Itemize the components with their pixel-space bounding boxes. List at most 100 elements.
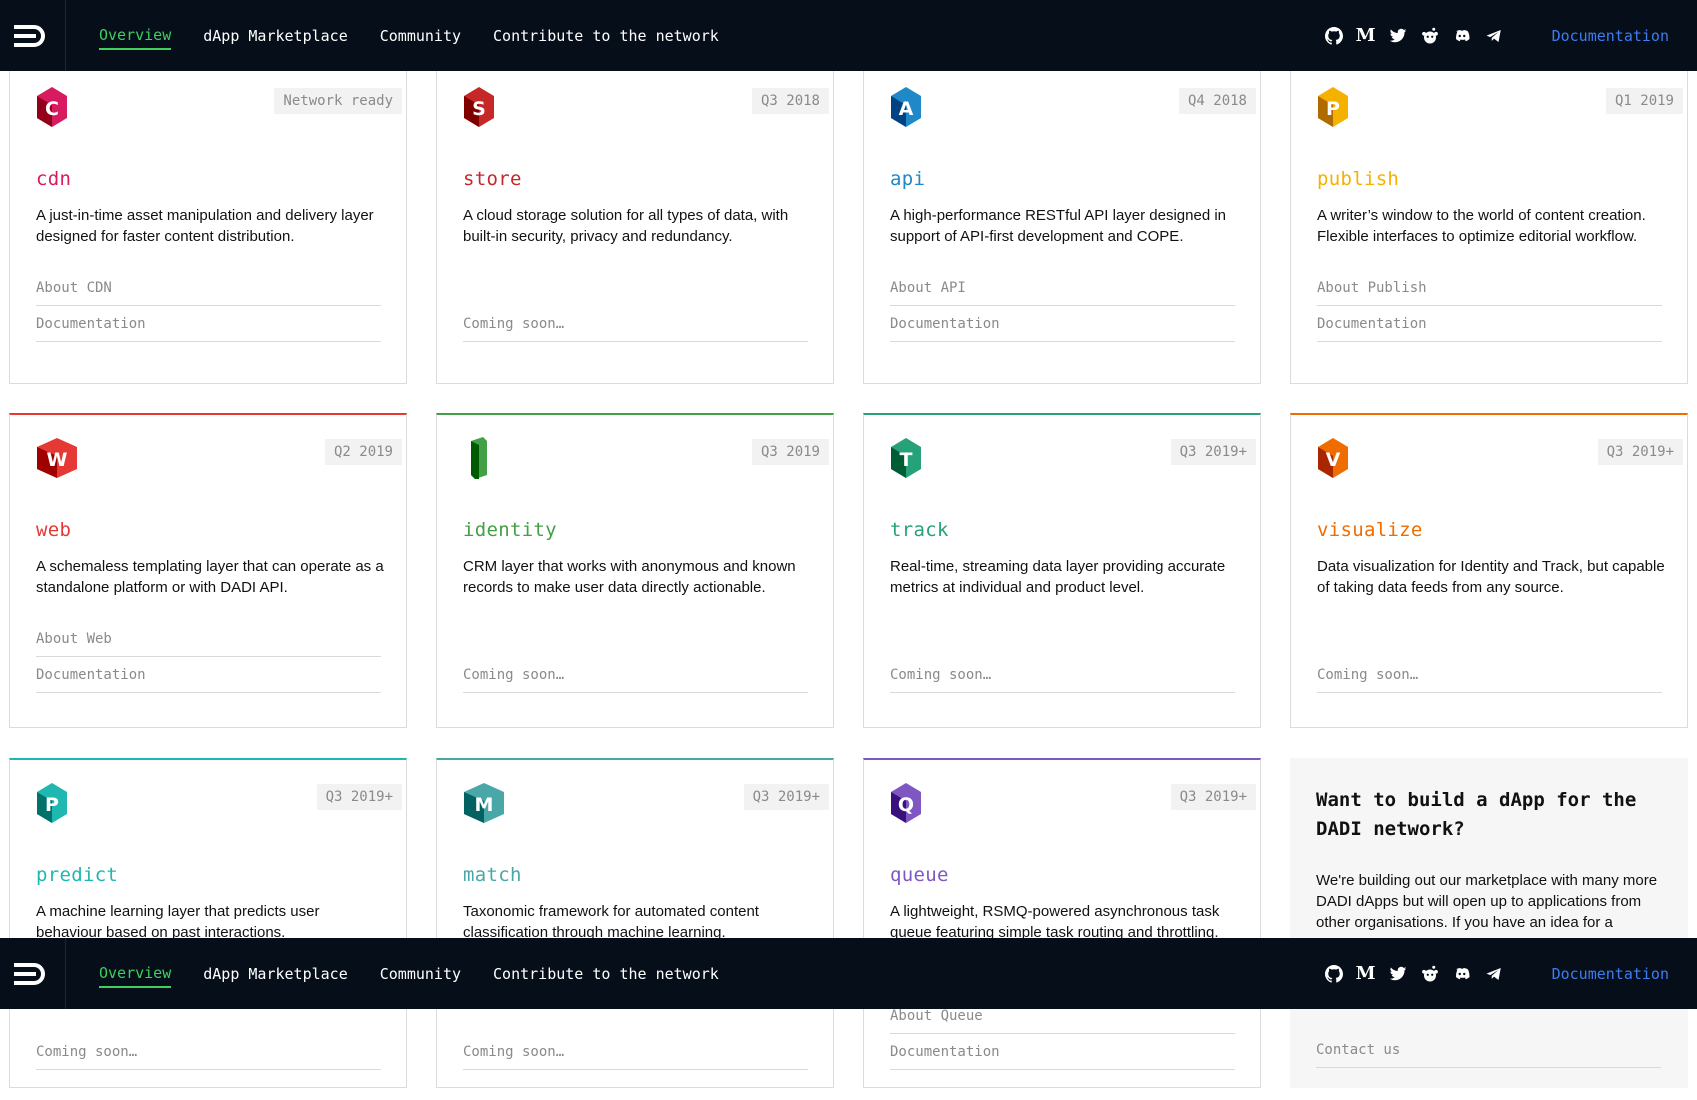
dapp-description: Taxonomic framework for automated conten… [463,903,759,941]
build-dapp-cta: Want to build a dApp for the DADI networ… [1290,758,1688,1088]
nav-overview[interactable]: Overview [99,22,172,50]
nav-overview[interactable]: Overview [99,960,172,988]
social-links: M [1318,958,1510,990]
reddit-icon[interactable] [1414,20,1446,52]
twitter-icon[interactable] [1382,20,1414,52]
dapp-card-track: T Q3 2019+ track Real-time, streaming da… [863,413,1261,728]
cta-title: Want to build a dApp for the DADI networ… [1316,789,1637,840]
match-logo-icon: M [464,783,504,823]
dapp-title[interactable]: visualize [1317,519,1423,541]
dapp-title[interactable]: identity [463,519,557,541]
github-icon[interactable] [1318,958,1350,990]
documentation-link[interactable]: Documentation [1317,306,1662,342]
dapp-title[interactable]: web [36,519,71,541]
main-nav: Overview dApp Marketplace Community Cont… [99,0,751,71]
dadi-logo-icon[interactable] [0,0,66,71]
about-link[interactable]: About API [890,270,1235,306]
status-badge: Q3 2019+ [1170,784,1256,810]
svg-text:P: P [45,794,59,816]
contact-us-link[interactable]: Contact us [1316,1032,1661,1068]
dapp-description: A cloud storage solution for all types o… [463,207,789,245]
discord-icon[interactable] [1446,958,1478,990]
status-badge: Q3 2018 [751,88,829,114]
documentation-link[interactable]: Documentation [890,1034,1235,1070]
dapp-title[interactable]: store [463,168,522,190]
dapp-description: CRM layer that works with anonymous and … [463,558,796,596]
dapp-card-publish: P Q1 2019 publish A writer’s window to t… [1290,62,1688,384]
medium-icon[interactable]: M [1350,958,1382,990]
web-logo-icon: W [37,438,77,478]
store-logo-icon: S [464,87,494,127]
nav-dapp-marketplace[interactable]: dApp Marketplace [203,23,348,49]
dapp-card-web: W Q2 2019 web A schemaless templating la… [9,413,407,728]
status-badge: Q3 2019 [751,439,829,465]
dapp-description: A just-in-time asset manipulation and de… [36,207,374,245]
coming-soon-link: Coming soon… [890,657,1235,693]
status-badge: Q3 2019+ [1170,439,1256,465]
telegram-icon[interactable] [1478,20,1510,52]
dapp-card-visualize: V Q3 2019+ visualize Data visualization … [1290,413,1688,728]
social-links: M [1318,20,1510,52]
dapp-card-queue: Q Q3 2019+ queue A lightweight, RSMQ-pow… [863,758,1261,1088]
dapp-card-identity: Q3 2019 identity CRM layer that works wi… [436,413,834,728]
queue-logo-icon: Q [891,783,921,823]
svg-text:P: P [1326,98,1340,120]
dapp-description: A schemaless templating layer that can o… [36,558,384,596]
nav-community[interactable]: Community [380,23,461,49]
reddit-icon[interactable] [1414,958,1446,990]
coming-soon-link: Coming soon… [1317,657,1662,693]
documentation-link[interactable]: Documentation [1552,965,1669,983]
dapp-title[interactable]: track [890,519,949,541]
api-logo-icon: A [891,87,921,127]
status-badge: Q2 2019 [324,439,402,465]
status-badge: Q3 2019+ [743,784,829,810]
nav-contribute[interactable]: Contribute to the network [493,961,719,987]
dapp-title[interactable]: predict [36,864,118,886]
dapp-card-api: A Q4 2018 api A high-performance RESTful… [863,62,1261,384]
status-badge: Network ready [274,88,402,114]
svg-text:M: M [475,794,494,816]
svg-text:Q: Q [898,794,914,816]
documentation-link[interactable]: Documentation [36,657,381,693]
coming-soon-link: Coming soon… [463,657,808,693]
dapp-title[interactable]: api [890,168,925,190]
top-navbar: Overview dApp Marketplace Community Cont… [0,0,1697,71]
dapp-card-predict: P Q3 2019+ predict A machine learning la… [9,758,407,1088]
dadi-logo-icon[interactable] [0,938,66,1009]
documentation-link[interactable]: Documentation [890,306,1235,342]
coming-soon-link: Coming soon… [463,306,808,342]
track-logo-icon: T [891,438,921,478]
about-link[interactable]: About Web [36,621,381,657]
nav-dapp-marketplace[interactable]: dApp Marketplace [203,961,348,987]
status-badge: Q3 2019+ [1597,439,1683,465]
github-icon[interactable] [1318,20,1350,52]
medium-icon[interactable]: M [1350,20,1382,52]
dapp-title[interactable]: publish [1317,168,1399,190]
identity-logo-icon [471,437,487,479]
dapp-description: A lightweight, RSMQ-powered asynchronous… [890,903,1220,941]
dapp-description: Real-time, streaming data layer providin… [890,558,1226,596]
predict-logo-icon: P [37,783,67,823]
documentation-link[interactable]: Documentation [1552,27,1669,45]
status-badge: Q4 2018 [1178,88,1256,114]
about-link[interactable]: About CDN [36,270,381,306]
dapp-title[interactable]: match [463,864,522,886]
dapp-card-store: S Q3 2018 store A cloud storage solution… [436,62,834,384]
svg-text:T: T [900,449,913,471]
dapp-description: A high-performance RESTful API layer des… [890,207,1227,245]
dapp-title[interactable]: queue [890,864,949,886]
dapp-title[interactable]: cdn [36,168,71,190]
about-link[interactable]: About Publish [1317,270,1662,306]
dapp-card-match: M Q3 2019+ match Taxonomic framework for… [436,758,834,1088]
documentation-link[interactable]: Documentation [36,306,381,342]
medium-glyph: M [1355,25,1376,46]
svg-text:W: W [47,449,68,471]
nav-community[interactable]: Community [380,961,461,987]
status-badge: Q1 2019 [1605,88,1683,114]
discord-icon[interactable] [1446,20,1478,52]
cdn-logo-icon: C [37,87,67,127]
nav-contribute[interactable]: Contribute to the network [493,23,719,49]
publish-logo-icon: P [1318,87,1348,127]
telegram-icon[interactable] [1478,958,1510,990]
twitter-icon[interactable] [1382,958,1414,990]
